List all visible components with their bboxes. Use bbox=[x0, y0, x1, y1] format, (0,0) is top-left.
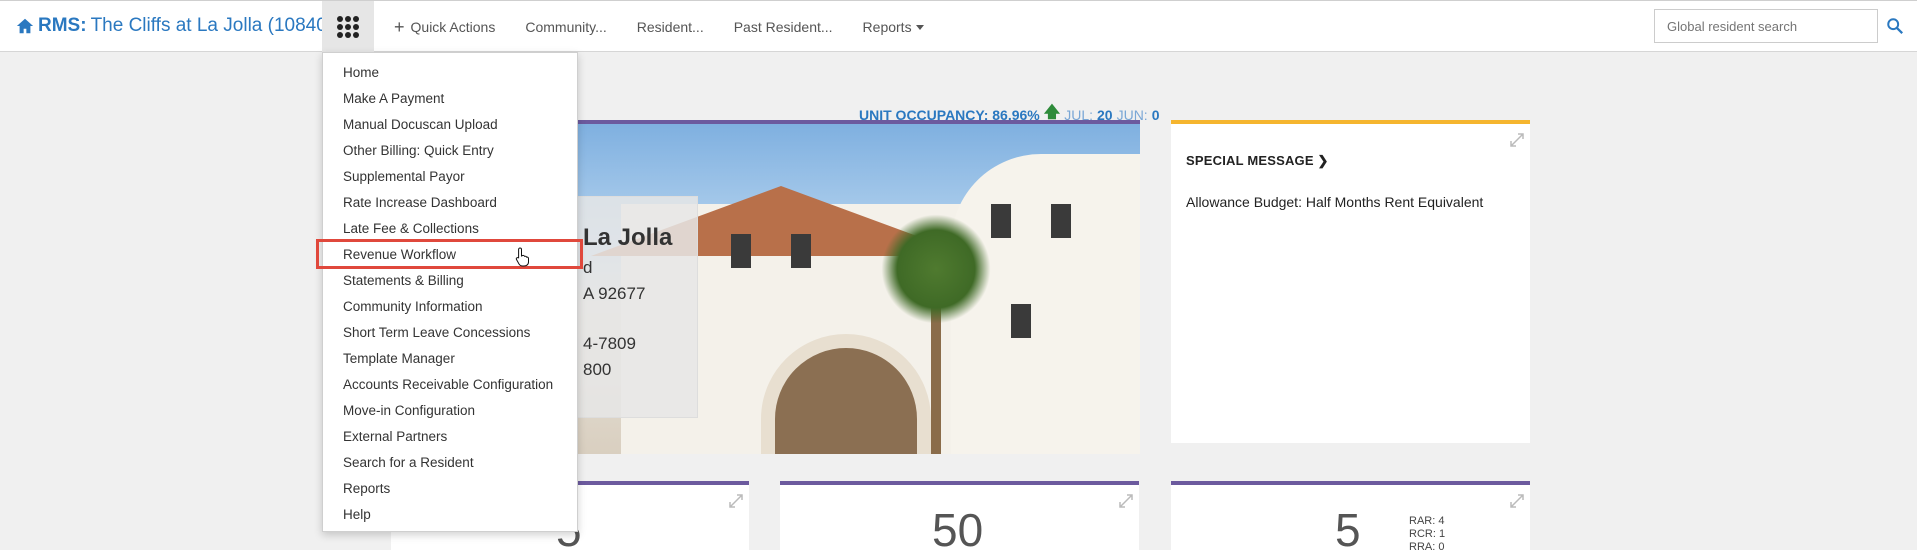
window-shape bbox=[1051, 204, 1071, 238]
menu-item-search-for-a-resident[interactable]: Search for a Resident bbox=[323, 449, 577, 475]
stat-card: 5 RAR: 4 RCR: 1 RRA: 0 bbox=[1171, 481, 1530, 550]
global-resident-search-input[interactable] bbox=[1654, 9, 1878, 43]
apps-menu-button[interactable] bbox=[322, 1, 374, 52]
apps-dropdown-menu: Home Make A Payment Manual Docuscan Uplo… bbox=[316, 52, 583, 532]
stat-detail: RAR: 4 bbox=[1409, 515, 1445, 527]
window-shape bbox=[791, 234, 811, 268]
menu-item-home[interactable]: Home bbox=[323, 59, 577, 85]
nav-resident[interactable]: Resident... bbox=[637, 19, 704, 35]
nav-links: + Quick Actions Community... Resident...… bbox=[394, 1, 954, 53]
menu-item-help[interactable]: Help bbox=[323, 501, 577, 527]
menu-item-accounts-receivable-configuration[interactable]: Accounts Receivable Configuration bbox=[323, 371, 577, 397]
expand-icon[interactable] bbox=[1510, 133, 1524, 147]
home-icon bbox=[16, 18, 34, 34]
palm-leaves-shape bbox=[881, 214, 991, 324]
menu-item-other-billing-quick-entry[interactable]: Other Billing: Quick Entry bbox=[323, 137, 577, 163]
hand-cursor-icon bbox=[515, 247, 529, 267]
occupancy-jun-value: 0 bbox=[1151, 106, 1160, 123]
special-message-heading[interactable]: SPECIAL MESSAGE ❯ bbox=[1186, 153, 1329, 169]
nav-quick-actions-label: Quick Actions bbox=[410, 19, 496, 35]
menu-item-community-information[interactable]: Community Information bbox=[323, 293, 577, 319]
stat-value: 5 bbox=[1335, 504, 1361, 550]
community-phone: 4-7809 bbox=[583, 334, 636, 353]
nav-community[interactable]: Community... bbox=[525, 19, 606, 35]
nav-past-resident-label: Past Resident... bbox=[733, 19, 833, 35]
special-message-panel: SPECIAL MESSAGE ❯ Allowance Budget: Half… bbox=[1171, 120, 1530, 443]
expand-icon[interactable] bbox=[1510, 494, 1524, 508]
window-shape bbox=[991, 204, 1011, 238]
nav-community-label: Community... bbox=[525, 19, 607, 35]
brand-prefix: RMS: bbox=[38, 15, 87, 36]
search-icon[interactable] bbox=[1886, 17, 1904, 35]
menu-item-statements-billing[interactable]: Statements & Billing bbox=[323, 267, 577, 293]
window-shape bbox=[1011, 304, 1031, 338]
nav-quick-actions[interactable]: + Quick Actions bbox=[394, 18, 495, 36]
plus-icon: + bbox=[394, 17, 405, 37]
expand-icon[interactable] bbox=[1119, 494, 1133, 508]
community-address-1: d bbox=[583, 258, 593, 277]
community-address-2: A 92677 bbox=[583, 284, 646, 303]
stat-detail: RCR: 1 bbox=[1409, 528, 1446, 540]
nav-past-resident[interactable]: Past Resident... bbox=[734, 19, 833, 35]
stat-card: 50 bbox=[780, 481, 1139, 550]
menu-item-external-partners[interactable]: External Partners bbox=[323, 423, 577, 449]
menu-item-revenue-workflow[interactable]: Revenue Workflow bbox=[316, 239, 583, 269]
stat-value: 50 bbox=[932, 504, 984, 550]
menu-item-short-term-leave-concessions[interactable]: Short Term Leave Concessions bbox=[323, 319, 577, 345]
community-title: La Jolla bbox=[583, 224, 673, 251]
menu-item-supplemental-payor[interactable]: Supplemental Payor bbox=[323, 163, 577, 189]
menu-item-reports[interactable]: Reports bbox=[323, 475, 577, 501]
grid-icon bbox=[337, 15, 359, 38]
nav-resident-label: Resident... bbox=[636, 19, 704, 35]
menu-item-move-in-configuration[interactable]: Move-in Configuration bbox=[323, 397, 577, 423]
brand-link[interactable]: RMS: The Cliffs at La Jolla (10840) bbox=[16, 15, 333, 37]
expand-icon[interactable] bbox=[729, 494, 743, 508]
stat-detail: RRA: 0 bbox=[1409, 541, 1445, 550]
menu-item-make-a-payment[interactable]: Make A Payment bbox=[323, 85, 577, 111]
top-navbar: RMS: The Cliffs at La Jolla (10840) + Qu… bbox=[0, 0, 1917, 52]
special-message-heading-label: SPECIAL MESSAGE bbox=[1186, 153, 1314, 168]
menu-item-template-manager[interactable]: Template Manager bbox=[323, 345, 577, 371]
special-message-body: Allowance Budget: Half Months Rent Equiv… bbox=[1186, 194, 1484, 210]
menu-item-manual-docuscan-upload[interactable]: Manual Docuscan Upload bbox=[323, 111, 577, 137]
community-name: The Cliffs at La Jolla (10840) bbox=[90, 15, 334, 36]
menu-item-late-fee-collections[interactable]: Late Fee & Collections bbox=[323, 215, 577, 241]
nav-reports-label: Reports bbox=[862, 19, 912, 35]
chevron-right-icon: ❯ bbox=[1317, 153, 1329, 168]
window-shape bbox=[731, 234, 751, 268]
caret-down-icon bbox=[915, 24, 924, 30]
nav-reports[interactable]: Reports bbox=[863, 19, 924, 35]
menu-item-rate-increase-dashboard[interactable]: Rate Increase Dashboard bbox=[323, 189, 577, 215]
community-fax: 800 bbox=[583, 360, 612, 379]
